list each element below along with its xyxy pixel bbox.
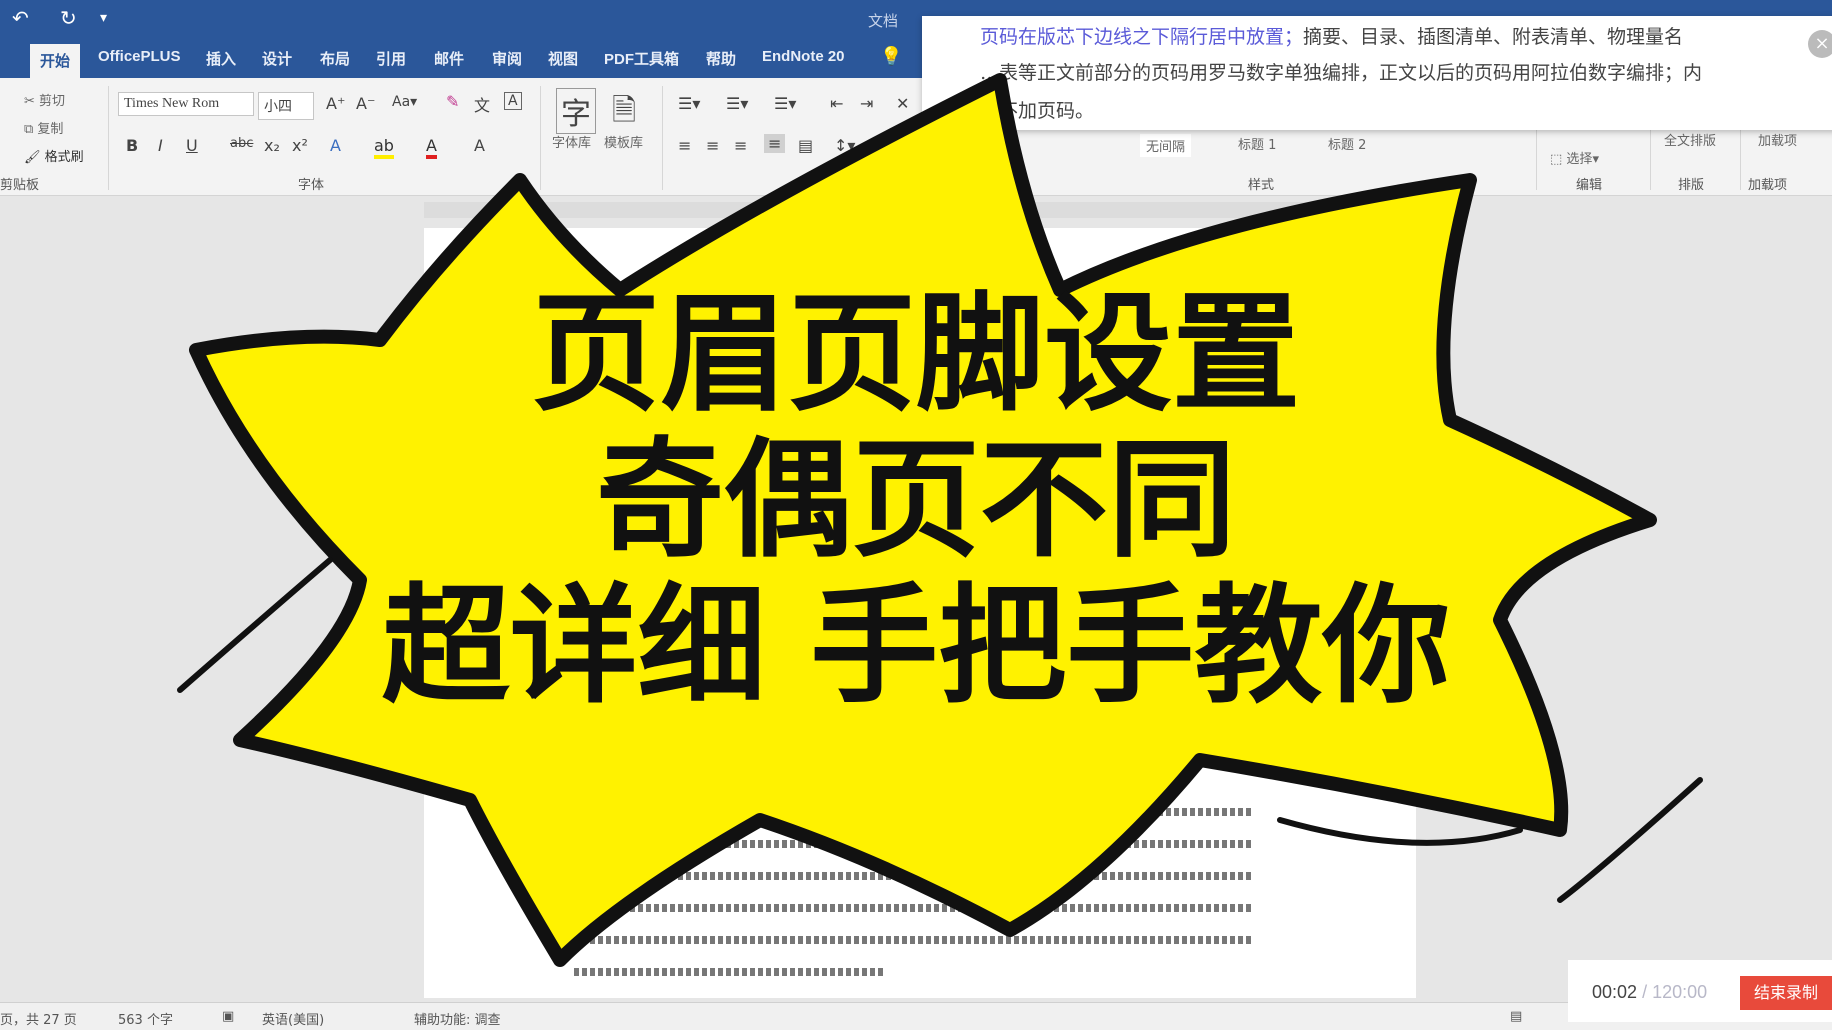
screenshot-root: ↶ ↻ ▾ 文档 开始 OfficePLUS 插入 设计 布局 引用 邮件 审阅… xyxy=(0,0,1832,1030)
headline-line-3: 超详细 手把手教你 xyxy=(381,572,1451,721)
headline-line-1: 页眉页脚设置 xyxy=(531,280,1300,429)
headline: 页眉页脚设置 奇偶页不同 超详细 手把手教你 xyxy=(0,282,1832,720)
headline-line-2: 奇偶页不同 xyxy=(595,426,1236,575)
